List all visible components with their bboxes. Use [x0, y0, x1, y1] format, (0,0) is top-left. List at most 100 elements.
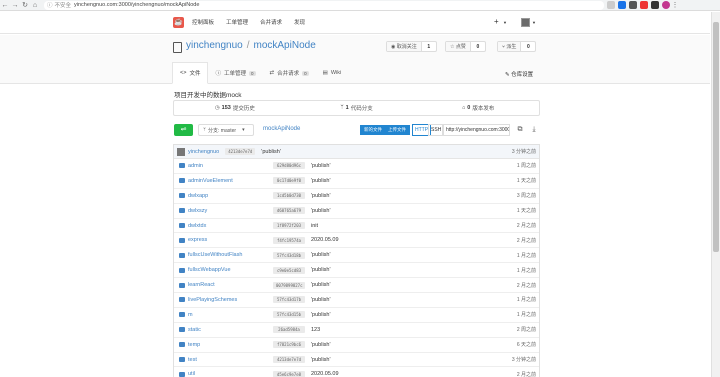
- reload-icon[interactable]: ↻: [20, 0, 30, 10]
- nav-dashboard[interactable]: 控制面板: [192, 18, 214, 26]
- new-file-button[interactable]: 新的文件: [360, 125, 386, 135]
- commit-message: 'publish': [261, 148, 281, 155]
- nav-pulls[interactable]: 合并请求: [260, 18, 282, 26]
- tab-issues[interactable]: ⓘ 工单管理 0: [208, 62, 262, 84]
- clone-url-input[interactable]: http://yinchengnuo.com:3000/yinchengnuo/…: [442, 124, 510, 136]
- extension-icon[interactable]: [640, 1, 648, 9]
- file-name-link[interactable]: util: [188, 371, 195, 377]
- commit-sha-link[interactable]: 57fc43d15b: [273, 311, 305, 319]
- extension-icon[interactable]: [618, 1, 626, 9]
- commit-sha-link[interactable]: 26ad5984a: [273, 326, 305, 334]
- fork-count[interactable]: 0: [521, 42, 535, 51]
- star-button[interactable]: ☆ 点赞 0: [445, 41, 486, 52]
- branch-dropdown[interactable]: ᛘ 分支: master ▾: [198, 124, 254, 136]
- forward-icon[interactable]: →: [10, 0, 20, 10]
- menu-icon[interactable]: ⋮: [670, 0, 680, 10]
- file-name-link[interactable]: learnReact: [188, 282, 215, 288]
- folder-icon: [179, 178, 185, 184]
- file-name-link[interactable]: test: [188, 357, 197, 363]
- create-plus-icon[interactable]: +: [494, 17, 499, 26]
- address-bar[interactable]: ⓘ 不安全 yinchengnuo.com:3000/yinchengnuo/m…: [44, 0, 604, 10]
- repo-icon: [173, 42, 182, 53]
- file-table: yinchengnuo 4213de7e7d 'publish' 3 分钟之前 …: [173, 144, 540, 377]
- releases-stat[interactable]: ⌂ 0 版本发布: [417, 101, 539, 115]
- branches-stat[interactable]: ᛘ 1 代码分支: [296, 101, 418, 115]
- profile-icon[interactable]: [662, 1, 670, 9]
- repo-name-link[interactable]: mockApiNode: [254, 40, 316, 51]
- folder-icon: [179, 297, 185, 303]
- commit-sha-link[interactable]: d60765a679: [273, 207, 305, 215]
- file-name-link[interactable]: express: [188, 237, 207, 243]
- file-name-link[interactable]: dwlxapp: [188, 193, 208, 199]
- commits-stat[interactable]: ◷ 153 提交历史: [174, 101, 296, 115]
- commit-time: 1 天之前: [516, 178, 536, 185]
- nav-explore[interactable]: 发现: [294, 18, 305, 26]
- file-name-link[interactable]: adminVueElement: [188, 178, 233, 184]
- commit-sha-link[interactable]: 57fc43d18b: [273, 251, 305, 259]
- info-icon[interactable]: ⓘ: [47, 1, 53, 9]
- commit-time: 3 周之前: [516, 193, 536, 200]
- file-name-link[interactable]: admin: [188, 163, 203, 169]
- extension-icon[interactable]: [607, 1, 615, 9]
- nav-issues[interactable]: 工单管理: [226, 18, 248, 26]
- commit-sha-link[interactable]: c9e0e5cd83: [273, 266, 305, 274]
- commit-sha-link[interactable]: 4213de7e7d: [225, 148, 256, 155]
- tab-wiki[interactable]: ▤ Wiki: [316, 62, 349, 84]
- tab-pulls[interactable]: ⇄ 合并请求 0: [263, 62, 316, 84]
- commit-message: init: [311, 222, 319, 229]
- commit-sha-link[interactable]: 0c17d0e9f0: [273, 177, 305, 185]
- extension-icon[interactable]: [651, 1, 659, 9]
- scrollbar-thumb[interactable]: [713, 22, 719, 252]
- watch-button[interactable]: ◉ 取消关注 1: [386, 41, 437, 52]
- file-name-link[interactable]: temp: [188, 342, 200, 348]
- star-count[interactable]: 0: [471, 42, 485, 51]
- table-row: admin 629d80d96c 'publish' 1 周之前: [174, 159, 539, 174]
- folder-icon: [179, 312, 185, 318]
- gitea-logo-icon[interactable]: ☕: [173, 17, 184, 28]
- compare-branch-button[interactable]: ⇌: [174, 124, 193, 136]
- watch-count[interactable]: 1: [422, 42, 436, 51]
- commit-sha-link[interactable]: f4fc19574a: [273, 236, 305, 244]
- file-name-link[interactable]: static: [188, 327, 201, 333]
- commit-time: 2 月之前: [516, 223, 536, 229]
- file-name-link[interactable]: m: [188, 312, 193, 318]
- home-icon[interactable]: ⌂: [30, 0, 40, 10]
- download-icon[interactable]: ⤓: [529, 124, 539, 136]
- chevron-down-icon[interactable]: ▼: [503, 20, 507, 25]
- commit-author-link[interactable]: yinchengnuo: [188, 149, 219, 155]
- breadcrumb[interactable]: mockApiNode: [263, 126, 300, 132]
- table-row: dwlxszy d60765a679 'publish' 1 天之前: [174, 204, 539, 219]
- commit-sha-link[interactable]: 0079899827c: [273, 281, 305, 289]
- avatar[interactable]: [177, 147, 185, 156]
- tab-badge: 0: [248, 70, 256, 76]
- commit-sha-link[interactable]: 629d80d96c: [273, 162, 305, 170]
- repo-stats-bar: ◷ 153 提交历史 ᛘ 1 代码分支 ⌂ 0 版本发布: [173, 100, 540, 116]
- commit-sha-link[interactable]: f7821c9bc6: [273, 341, 305, 349]
- fork-button[interactable]: ⑂ 派生 0: [497, 41, 537, 52]
- commit-sha-link[interactable]: 57fc43d17b: [273, 296, 305, 304]
- commit-sha-link[interactable]: 1cd5b0d730: [273, 192, 305, 200]
- file-name-link[interactable]: fullscWebappVue: [188, 267, 231, 273]
- upload-file-button[interactable]: 上传文件: [384, 125, 410, 135]
- back-icon[interactable]: ←: [0, 0, 10, 10]
- copy-icon[interactable]: ⧉: [515, 124, 525, 136]
- commit-sha-link[interactable]: 4213de7e7d: [273, 356, 305, 364]
- file-name-link[interactable]: livePlayingSchemes: [188, 297, 237, 303]
- branches-count: 1: [345, 105, 349, 111]
- chevron-down-icon[interactable]: ▼: [532, 20, 536, 25]
- tab-code[interactable]: <> 文件: [172, 62, 209, 84]
- tab-label: 工单管理: [223, 71, 246, 77]
- file-name-link[interactable]: dwlxtdx: [188, 223, 206, 229]
- folder-icon: [179, 357, 185, 363]
- commit-time: 1 天之前: [516, 208, 536, 215]
- extension-icon[interactable]: [629, 1, 637, 9]
- folder-icon: [179, 327, 185, 333]
- tab-settings[interactable]: ✎ 仓库设置: [505, 70, 533, 78]
- page-scrollbar[interactable]: [711, 12, 720, 377]
- commit-sha-link[interactable]: 1f8972f203: [273, 222, 305, 229]
- commit-sha-link[interactable]: d5e6c9e7e8: [273, 370, 305, 377]
- user-avatar[interactable]: [521, 18, 530, 27]
- file-name-link[interactable]: fullscUseWithoutFlash: [188, 252, 242, 258]
- file-name-link[interactable]: dwlxszy: [188, 208, 207, 214]
- repo-owner-link[interactable]: yinchengnuo: [186, 40, 243, 51]
